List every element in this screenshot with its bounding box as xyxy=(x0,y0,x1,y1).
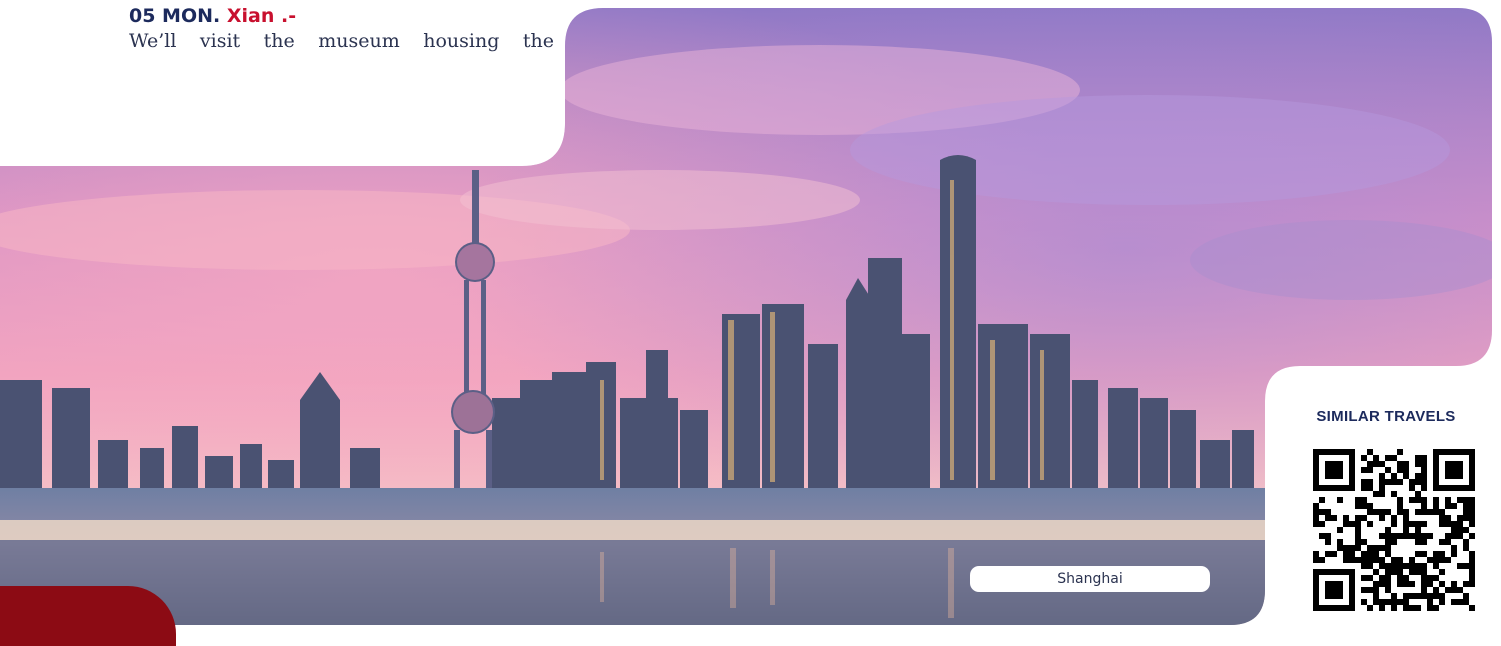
qr-finder-pattern xyxy=(1433,449,1475,491)
similar-travels-heading: SIMILAR TRAVELS xyxy=(1316,408,1456,425)
city-name: Xian .- xyxy=(226,5,297,27)
red-corner-tab xyxy=(0,586,176,646)
day-label: 05 MON. xyxy=(129,5,221,27)
itinerary-day-text: We’ll visit the museum housing the xyxy=(129,30,554,52)
destination-photo xyxy=(0,0,1501,625)
qr-finder-pattern xyxy=(1313,569,1355,611)
photo-caption: Shanghai xyxy=(970,566,1210,592)
qr-code[interactable] xyxy=(1313,449,1475,611)
qr-code-image xyxy=(1313,449,1475,611)
itinerary-day-heading: 05 MON. Xian .- xyxy=(129,3,296,29)
qr-finder-pattern xyxy=(1313,449,1355,491)
